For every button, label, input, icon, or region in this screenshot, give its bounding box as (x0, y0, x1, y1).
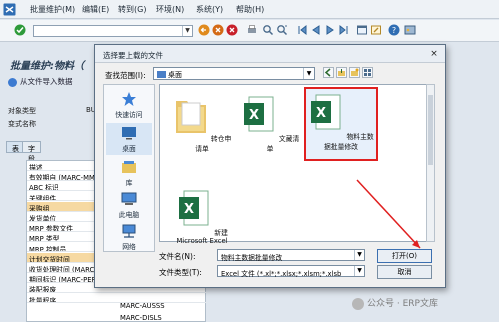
excel-file-icon: X (243, 96, 274, 132)
filename-label: 文件名(N): (159, 252, 196, 261)
file-list-pane: 转仓申请单 X 文藏清单 X 物料主数据批量修改 X 新建 Microsoft … (159, 84, 427, 245)
filetype-value: Excel 文件 (*.xl*;*.xlsx;*.xlsm;*.xlsb (221, 270, 342, 278)
file-item-name: 物料主数据批量修改 (324, 133, 374, 151)
wechat-icon (352, 297, 364, 310)
field-tech-name: MARC-AUSSS (120, 302, 165, 310)
star-icon (122, 92, 136, 106)
excel-file-icon: X (179, 190, 209, 226)
tab-fields[interactable]: 字段 (22, 141, 41, 163)
desktop-icon (122, 127, 136, 140)
watermark-text: 公众号 · ERP文库 (367, 299, 438, 309)
menu-item-help[interactable]: 帮助(H) (236, 4, 264, 15)
dialog-title-bar: 选择要上载的文件 × (95, 45, 445, 63)
library-icon (122, 161, 136, 173)
variant-name-label: 变式名称 (8, 120, 36, 128)
previous-page-icon[interactable] (310, 24, 322, 36)
chevron-down-icon[interactable]: ▼ (182, 26, 192, 36)
look-in-select[interactable]: 桌面 ▼ (153, 67, 315, 80)
menu-item-edit[interactable]: 编辑(E) (82, 4, 109, 15)
file-item-name: 文藏清单 (266, 135, 300, 153)
place-label: 网络 (122, 243, 136, 251)
new-folder-icon[interactable] (349, 67, 360, 78)
help-icon[interactable]: ? (388, 24, 400, 36)
object-type-label: 对象类型 (8, 107, 36, 115)
menu-item-environment[interactable]: 环境(N) (156, 4, 184, 15)
place-label: 桌面 (122, 145, 136, 153)
excel-file-icon: X (311, 94, 341, 130)
places-bar: 快速访问 桌面 库 此电脑 网络 (103, 84, 155, 252)
place-label: 快速访问 (115, 111, 143, 119)
last-page-icon[interactable] (338, 24, 350, 36)
file-item-name: 新建 Microsoft Excel (176, 229, 228, 245)
open-button[interactable]: 打开(O) (377, 249, 432, 263)
svg-text:X: X (184, 202, 194, 217)
filetype-label: 文件类型(T): (159, 268, 202, 277)
file-item-excel[interactable]: X 文藏清单 (238, 91, 302, 161)
folder-icon (175, 101, 206, 133)
menu-item-batch[interactable]: 批量维护(M) (30, 4, 75, 15)
file-upload-dialog: 选择要上载的文件 × 查找范围(I): 桌面 ▼ 快速访问 桌面 库 此电脑 网… (94, 44, 446, 288)
network-icon (122, 224, 136, 238)
menu-item-system[interactable]: 系统(Y) (196, 4, 223, 15)
look-in-value: 桌面 (168, 71, 182, 79)
place-label: 库 (125, 179, 133, 187)
back-nav-icon[interactable] (323, 67, 334, 78)
chevron-down-icon[interactable]: ▼ (354, 266, 364, 276)
place-desktop[interactable]: 桌面 (106, 123, 152, 155)
close-icon[interactable]: × (428, 48, 440, 60)
look-in-label: 查找范围(I): (105, 71, 146, 80)
computer-icon (121, 192, 137, 205)
page-title: 批量维护:物料（ (10, 61, 84, 72)
import-from-file-button[interactable]: 从文件导入数据 (8, 76, 73, 87)
back-icon[interactable] (198, 24, 210, 36)
place-network[interactable]: 网络 (106, 221, 152, 253)
exit-icon[interactable] (212, 24, 224, 36)
field-tech-name: MARC-DISLS (120, 314, 162, 322)
next-page-icon[interactable] (324, 24, 336, 36)
svg-text:?: ? (392, 26, 396, 35)
svg-text:X: X (316, 106, 326, 121)
up-folder-icon[interactable] (336, 67, 347, 78)
layout-menu-icon[interactable] (404, 24, 416, 36)
menu-bar: 批量维护(M) 编辑(E) 转到(G) 环境(N) 系统(Y) 帮助(H) (0, 0, 499, 19)
first-page-icon[interactable] (296, 24, 308, 36)
filename-value: 物料主数据批量修改 (221, 254, 283, 262)
filename-input[interactable]: 物料主数据批量修改 ▼ (217, 249, 365, 262)
place-this-pc[interactable]: 此电脑 (106, 189, 152, 221)
filetype-select[interactable]: Excel 文件 (*.xl*;*.xlsx;*.xlsm;*.xlsb ▼ (217, 265, 365, 278)
place-quick-access[interactable]: 快速访问 (106, 89, 152, 121)
desktop-icon (157, 71, 166, 78)
dialog-title: 选择要上载的文件 (103, 51, 163, 60)
import-icon (8, 77, 17, 87)
chevron-down-icon[interactable]: ▼ (354, 250, 364, 260)
sap-exit-icon[interactable] (3, 3, 16, 16)
find-next-icon[interactable] (276, 24, 288, 36)
print-icon[interactable] (246, 24, 258, 36)
file-item-name: 转仓申请单 (195, 135, 232, 153)
file-item-excel-selected[interactable]: X 物料主数据批量修改 (304, 87, 378, 161)
enter-check-icon[interactable] (14, 24, 26, 36)
svg-text:X: X (249, 108, 259, 123)
file-list-scrollbar[interactable] (426, 84, 435, 242)
standard-toolbar: ▼ ? (0, 20, 499, 42)
file-item-folder[interactable]: 转仓申请单 (170, 91, 234, 161)
watermark: 公众号 · ERP文库 (352, 296, 438, 310)
scrollbar-thumb[interactable] (428, 95, 433, 165)
menu-item-goto[interactable]: 转到(G) (118, 4, 146, 15)
shortcut-icon[interactable] (370, 24, 382, 36)
chevron-down-icon[interactable]: ▼ (303, 68, 314, 79)
find-icon[interactable] (262, 24, 274, 36)
command-field[interactable]: ▼ (33, 25, 193, 37)
field-technical-names: MARC-AUSSS MARC-DISLS (120, 296, 310, 322)
cancel-icon[interactable] (226, 24, 238, 36)
new-session-icon[interactable] (356, 24, 368, 36)
cancel-button[interactable]: 取消 (377, 265, 432, 279)
place-library[interactable]: 库 (106, 157, 152, 189)
place-label: 此电脑 (118, 211, 140, 219)
view-menu-icon[interactable] (362, 67, 373, 78)
import-from-file-label: 从文件导入数据 (20, 77, 73, 86)
file-item-excel[interactable]: X 新建 Microsoft Excel (170, 185, 234, 255)
